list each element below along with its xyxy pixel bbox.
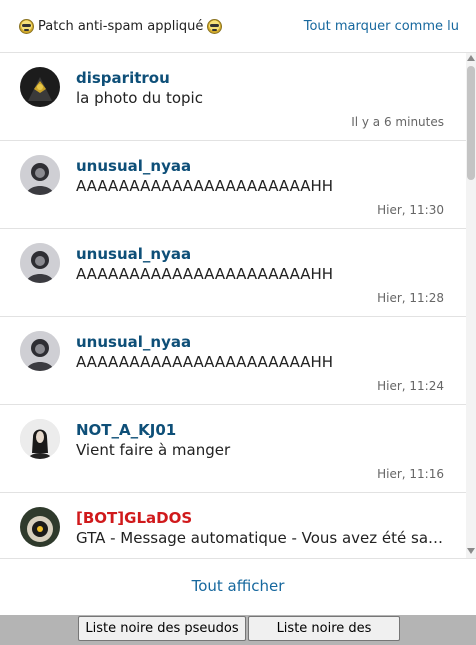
notification-item[interactable]: [BOT]GLaDOS GTA - Message automatique - … [0, 493, 466, 558]
notification-time: Il y a 6 minutes [351, 115, 444, 129]
notification-message: AAAAAAAAAAAAAAAAAAAAAAHH [76, 177, 334, 195]
mark-all-read-link[interactable]: Tout marquer comme lu [304, 19, 459, 34]
header-title-group: Patch anti-spam appliqué [19, 19, 223, 34]
notification-message: AAAAAAAAAAAAAAAAAAAAAAHH [76, 265, 334, 283]
notification-item[interactable]: unusual_nyaa AAAAAAAAAAAAAAAAAAAAAAHH Hi… [0, 317, 466, 405]
avatar [20, 331, 60, 371]
show-all-link[interactable]: Tout afficher [0, 577, 476, 595]
notifications-panel: Patch anti-spam appliqué Tout marquer co… [0, 0, 476, 615]
smiley-icon [19, 19, 34, 34]
notification-item[interactable]: disparitrou la photo du topic Il y a 6 m… [0, 53, 466, 141]
notification-username: unusual_nyaa [76, 157, 192, 175]
avatar [20, 507, 60, 547]
smiley-icon [207, 19, 223, 34]
blacklist-objets-button[interactable]: Liste noire des objets [248, 616, 400, 645]
notification-message: la photo du topic [76, 89, 203, 107]
scrollbar-thumb[interactable] [467, 66, 475, 180]
avatar [20, 419, 60, 459]
notification-time: Hier, 11:30 [377, 203, 444, 217]
notification-message: GTA - Message automatique - Vous avez ét… [76, 529, 444, 547]
notification-username: NOT_A_KJ01 [76, 421, 177, 439]
notification-time: Hier, 11:28 [377, 291, 444, 305]
notifications-footer: Tout afficher [0, 558, 476, 615]
scroll-up-arrow-icon[interactable] [467, 55, 475, 61]
notification-username: disparitrou [76, 69, 170, 87]
notification-message: AAAAAAAAAAAAAAAAAAAAAAHH [76, 353, 334, 371]
notification-username: unusual_nyaa [76, 245, 192, 263]
notification-item[interactable]: unusual_nyaa AAAAAAAAAAAAAAAAAAAAAAHH Hi… [0, 141, 466, 229]
header-title: Patch anti-spam appliqué [38, 19, 204, 34]
notification-time: Hier, 11:16 [377, 467, 444, 481]
avatar [20, 243, 60, 283]
scroll-down-arrow-icon[interactable] [467, 548, 475, 554]
bottom-toolbar: Liste noire des pseudos Liste noire des … [0, 615, 476, 645]
avatar [20, 155, 60, 195]
notification-username: unusual_nyaa [76, 333, 192, 351]
notification-username: [BOT]GLaDOS [76, 509, 193, 527]
notification-time: Hier, 11:24 [377, 379, 444, 393]
notification-item[interactable]: unusual_nyaa AAAAAAAAAAAAAAAAAAAAAAHH Hi… [0, 229, 466, 317]
notifications-header: Patch anti-spam appliqué Tout marquer co… [0, 0, 476, 53]
notification-message: Vient faire à manger [76, 441, 231, 459]
avatar [20, 67, 60, 107]
notification-list: disparitrou la photo du topic Il y a 6 m… [0, 53, 466, 558]
blacklist-pseudos-button[interactable]: Liste noire des pseudos [78, 616, 246, 641]
notification-item[interactable]: NOT_A_KJ01 Vient faire à manger Hier, 11… [0, 405, 466, 493]
